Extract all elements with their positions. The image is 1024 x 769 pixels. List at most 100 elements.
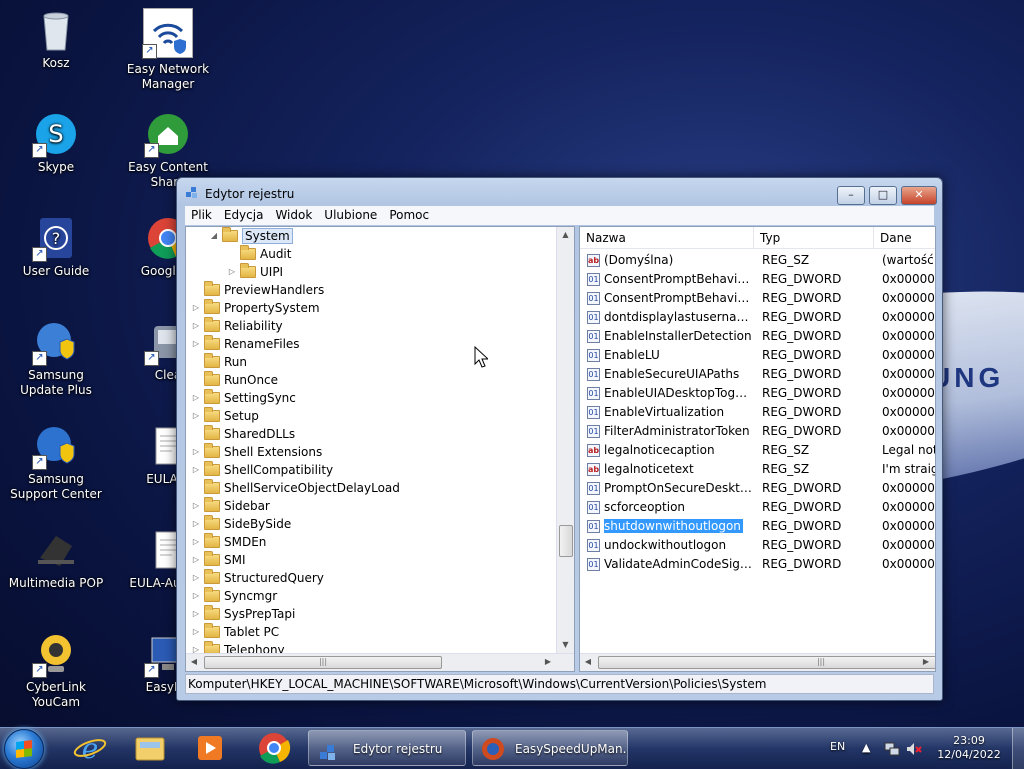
tree-node-syspreptapi[interactable]: ▷ SysPrepTapi: [190, 605, 295, 623]
scroll-thumb[interactable]: |||: [204, 656, 442, 669]
maximize-button[interactable]: □: [869, 186, 897, 205]
registry-value-row[interactable]: 01 shutdownwithoutlogon REG_DWORD 0x0000000…: [580, 517, 935, 536]
tree-horizontal-scrollbar[interactable]: ◀ ||| ▶: [186, 653, 574, 671]
desktop-icon-recycle-bin[interactable]: Kosz: [6, 8, 106, 71]
values-horizontal-scrollbar[interactable]: ◀ ||| ▶: [580, 653, 935, 671]
desktop-icon-cyberlink-youcam[interactable]: ↗ CyberLink YouCam: [6, 632, 106, 710]
registry-value-row[interactable]: 01 PromptOnSecureDesktop REG_DWORD 0x000000…: [580, 479, 935, 498]
tree-node-sidebar[interactable]: ▷ Sidebar: [190, 497, 270, 515]
scroll-right-arrow-icon[interactable]: ▶: [540, 654, 556, 670]
tree-node-setup[interactable]: ▷ Setup: [190, 407, 259, 425]
desktop-icon-multimedia-pop[interactable]: Multimedia POP: [6, 528, 106, 591]
expand-icon[interactable]: ▷: [190, 497, 202, 515]
scroll-right-arrow-icon[interactable]: ▶: [918, 654, 934, 670]
column-header-type[interactable]: Typ: [754, 227, 874, 249]
tree-node-shareddlls[interactable]: SharedDLLs: [190, 425, 295, 443]
scroll-up-arrow-icon[interactable]: ▲: [557, 227, 574, 243]
taskbar-task-easyspeedup[interactable]: EasySpeedUpMan...: [472, 730, 628, 766]
tree-node-reliability[interactable]: ▷ Reliability: [190, 317, 283, 335]
tree-node-shellcompatibility[interactable]: ▷ ShellCompatibility: [190, 461, 333, 479]
tree-node-settingsync[interactable]: ▷ SettingSync: [190, 389, 296, 407]
start-button[interactable]: [4, 729, 44, 769]
expand-icon[interactable]: ▷: [190, 461, 202, 479]
tree-node-audit[interactable]: Audit: [226, 245, 291, 263]
minimize-button[interactable]: –: [837, 186, 865, 205]
close-button[interactable]: ✕: [901, 186, 937, 205]
scroll-thumb[interactable]: |||: [598, 656, 935, 669]
expand-icon[interactable]: ▷: [190, 623, 202, 641]
expand-icon[interactable]: ▷: [190, 515, 202, 533]
expand-icon[interactable]: ▷: [226, 263, 238, 281]
tree-node-run[interactable]: Run: [190, 353, 247, 371]
tree-node-smi[interactable]: ▷ SMI: [190, 551, 246, 569]
scroll-thumb[interactable]: [559, 525, 573, 557]
tree-node-syncmgr[interactable]: ▷ Syncmgr: [190, 587, 277, 605]
registry-value-row[interactable]: ab legalnoticetext REG_SZ I'm straight. I s…: [580, 460, 935, 479]
tree-node-previewhandlers[interactable]: PreviewHandlers: [190, 281, 324, 299]
scroll-left-arrow-icon[interactable]: ◀: [580, 654, 596, 670]
registry-value-row[interactable]: ab legalnoticecaption REG_SZ Legal notice: [580, 441, 935, 460]
window-titlebar[interactable]: Edytor rejestru – □ ✕: [177, 178, 942, 207]
tree-node-runonce[interactable]: RunOnce: [190, 371, 278, 389]
column-header-data[interactable]: Dane: [874, 227, 935, 249]
scroll-left-arrow-icon[interactable]: ◀: [186, 654, 202, 670]
expand-icon[interactable]: ▷: [190, 443, 202, 461]
registry-value-row[interactable]: 01 EnableUIADesktopToggle REG_DWORD 0x00000…: [580, 384, 935, 403]
registry-value-row[interactable]: 01 FilterAdministratorToken REG_DWORD 0x000…: [580, 422, 935, 441]
registry-tree-pane[interactable]: ◢ System Audit ▷ UIPI PreviewHandlers ▷ Pro…: [185, 226, 575, 672]
tree-node-structuredquery[interactable]: ▷ StructuredQuery: [190, 569, 324, 587]
tree-node-smden[interactable]: ▷ SMDEn: [190, 533, 266, 551]
column-header-name[interactable]: Nazwa: [580, 227, 754, 249]
scroll-down-arrow-icon[interactable]: ▼: [557, 637, 574, 653]
menu-edit[interactable]: Edycja: [218, 206, 270, 225]
registry-value-row[interactable]: 01 EnableVirtualization REG_DWORD 0x0000000…: [580, 403, 935, 422]
menu-favorites[interactable]: Ulubione: [318, 206, 383, 225]
expand-icon[interactable]: ▷: [190, 317, 202, 335]
tree-node-uipi[interactable]: ▷ UIPI: [226, 263, 283, 281]
desktop-icon-samsung-update-plus[interactable]: ↗ Samsung Update Plus: [6, 320, 106, 398]
expand-icon[interactable]: ▷: [190, 605, 202, 623]
desktop-icon-skype[interactable]: S ↗ Skype: [6, 112, 106, 175]
expand-icon[interactable]: ▷: [190, 299, 202, 317]
desktop-icon-easy-network-manager[interactable]: ↗ Easy Network Manager: [118, 8, 218, 92]
desktop-icon-user-guide[interactable]: ? ↗ User Guide: [6, 216, 106, 279]
tree-node-system[interactable]: ◢ System: [208, 227, 293, 245]
menu-help[interactable]: Pomoc: [383, 206, 435, 225]
tree-node-shell-extensions[interactable]: ▷ Shell Extensions: [190, 443, 322, 461]
expand-icon[interactable]: ▷: [190, 551, 202, 569]
taskbar-task-registry-editor[interactable]: Edytor rejestru: [308, 730, 466, 766]
registry-value-row[interactable]: 01 ConsentPromptBehaviorU... REG_DWORD 0x00…: [580, 289, 935, 308]
expand-icon[interactable]: ▷: [190, 407, 202, 425]
taskbar-chrome[interactable]: [248, 730, 300, 766]
expand-icon[interactable]: ▷: [190, 389, 202, 407]
collapse-icon[interactable]: ◢: [208, 227, 220, 245]
registry-values-pane[interactable]: Nazwa Typ Dane ab (Domyślna) REG_SZ (wartoś…: [579, 226, 936, 672]
tree-vertical-scrollbar[interactable]: ▲ ▼: [556, 227, 574, 653]
volume-muted-icon[interactable]: [906, 741, 922, 757]
tree-node-sidebyside[interactable]: ▷ SideBySide: [190, 515, 291, 533]
network-icon[interactable]: [884, 741, 900, 757]
taskbar-media-player[interactable]: [184, 730, 236, 766]
registry-value-row[interactable]: 01 EnableLU REG_DWORD 0x00000001 (1): [580, 346, 935, 365]
expand-icon[interactable]: ▷: [190, 335, 202, 353]
show-desktop-button[interactable]: [1012, 728, 1024, 769]
registry-value-row[interactable]: 01 dontdisplaylastusername REG_DWORD 0x0000…: [580, 308, 935, 327]
tree-node-propertysystem[interactable]: ▷ PropertySystem: [190, 299, 320, 317]
menu-view[interactable]: Widok: [269, 206, 318, 225]
tree-node-tablet-pc[interactable]: ▷ Tablet PC: [190, 623, 279, 641]
expand-icon[interactable]: ▷: [190, 587, 202, 605]
registry-value-row[interactable]: 01 scforceoption REG_DWORD 0x00000000 (0): [580, 498, 935, 517]
registry-value-row[interactable]: 01 EnableSecureUIAPaths REG_DWORD 0x0000000…: [580, 365, 935, 384]
taskbar-explorer[interactable]: [124, 730, 176, 766]
registry-value-row[interactable]: 01 ConsentPromptBehaviorA... REG_DWORD 0x00…: [580, 270, 935, 289]
clock[interactable]: 23:09 12/04/2022: [936, 734, 1002, 764]
tree-node-renamefiles[interactable]: ▷ RenameFiles: [190, 335, 300, 353]
registry-value-row[interactable]: 01 undockwithoutlogon REG_DWORD 0x00000001 …: [580, 536, 935, 555]
expand-icon[interactable]: ▷: [190, 569, 202, 587]
language-indicator[interactable]: EN: [830, 728, 845, 769]
tree-node-shellserviceobjectdelayload[interactable]: ShellServiceObjectDelayLoad: [190, 479, 400, 497]
expand-icon[interactable]: ▷: [190, 533, 202, 551]
registry-value-row[interactable]: 01 EnableInstallerDetection REG_DWORD 0x000…: [580, 327, 935, 346]
menu-file[interactable]: Plik: [185, 206, 218, 225]
show-hidden-icons-icon[interactable]: ▲: [862, 728, 870, 769]
